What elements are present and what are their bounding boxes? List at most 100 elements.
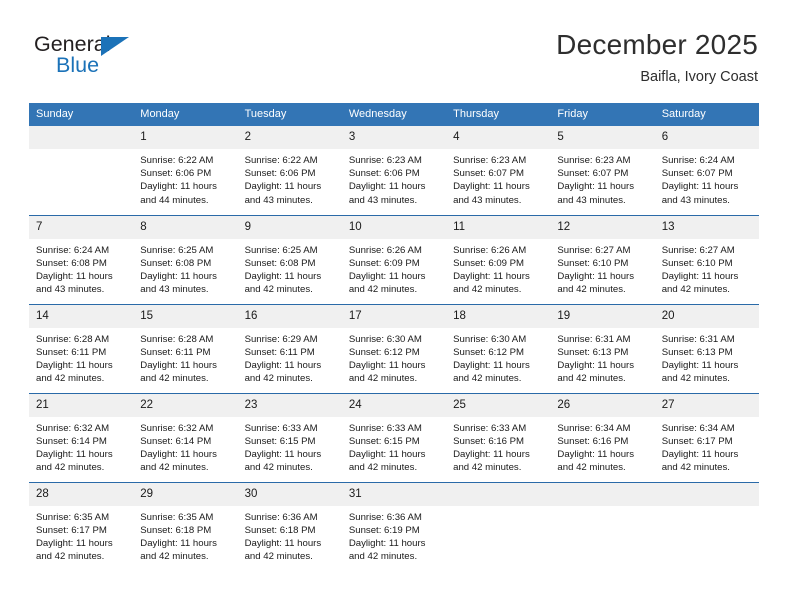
sunset-text: Sunset: 6:08 PM: [140, 257, 212, 269]
calendar-day-cell[interactable]: 28 Sunrise: 6:35 AM Sunset: 6:17 PM Dayligh…: [29, 481, 134, 571]
calendar-day-cell[interactable]: 17 Sunrise: 6:30 AM Sunset: 6:12 PM Dayligh…: [341, 303, 447, 393]
daylight-text-line1: Daylight: 11 hours: [36, 270, 113, 282]
sunrise-text: Sunrise: 6:33 AM: [348, 422, 422, 434]
sunset-text: Sunset: 6:17 PM: [661, 435, 733, 447]
day-number: 5: [550, 126, 655, 149]
daylight-text-line1: Daylight: 11 hours: [244, 448, 322, 460]
day-details: [446, 506, 550, 511]
sunset-text: Sunset: 6:06 PM: [348, 168, 420, 180]
day-number: 31: [341, 482, 447, 506]
calendar-day-cell[interactable]: 22 Sunrise: 6:32 AM Sunset: 6:14 PM Dayligh…: [133, 392, 238, 482]
sunrise-text: Sunrise: 6:31 AM: [661, 333, 735, 345]
calendar-day-cell[interactable]: 11 Sunrise: 6:26 AM Sunset: 6:09 PM Dayligh…: [446, 214, 551, 304]
daylight-text-line2: and 43 minutes.: [36, 284, 105, 296]
daylight-text-line2: and 43 minutes.: [140, 284, 209, 296]
sunrise-text: Sunrise: 6:23 AM: [557, 155, 631, 166]
calendar-day-cell[interactable]: 16 Sunrise: 6:29 AM Sunset: 6:11 PM Dayligh…: [237, 303, 342, 393]
day-number: 26: [550, 393, 655, 417]
daylight-text-line2: and 42 minutes.: [140, 551, 209, 563]
calendar-day-cell[interactable]: 2 Sunrise: 6:22 AM Sunset: 6:06 PM Daylight…: [237, 126, 342, 215]
day-details: [29, 149, 133, 154]
calendar-day-cell[interactable]: 21 Sunrise: 6:32 AM Sunset: 6:14 PM Dayligh…: [29, 392, 134, 482]
calendar-day-cell[interactable]: 26 Sunrise: 6:34 AM Sunset: 6:16 PM Dayligh…: [550, 392, 655, 482]
calendar-day-cell[interactable]: 5 Sunrise: 6:23 AM Sunset: 6:07 PM Daylight…: [550, 126, 655, 215]
calendar-day-cell[interactable]: 30 Sunrise: 6:36 AM Sunset: 6:18 PM Dayligh…: [237, 481, 342, 571]
sunset-text: Sunset: 6:12 PM: [348, 346, 420, 358]
sunrise-text: Sunrise: 6:36 AM: [244, 511, 318, 523]
sunrise-text: Sunrise: 6:32 AM: [36, 422, 110, 434]
day-details: [550, 506, 654, 511]
calendar-day-cell-empty: [654, 481, 759, 571]
day-details: Sunrise: 6:22 AM Sunset: 6:06 PM Daylight:…: [238, 149, 342, 207]
calendar-day-cell[interactable]: 19 Sunrise: 6:31 AM Sunset: 6:13 PM Dayligh…: [550, 303, 655, 393]
day-details: Sunrise: 6:28 AM Sunset: 6:11 PM Daylight:…: [133, 328, 237, 386]
brand-logo[interactable]: General Blue: [34, 33, 154, 81]
day-number: 29: [133, 482, 238, 506]
weekday-header-monday: Monday: [133, 103, 238, 126]
calendar-day-cell[interactable]: 8 Sunrise: 6:25 AM Sunset: 6:08 PM Daylight…: [133, 214, 238, 304]
sunset-text: Sunset: 6:15 PM: [348, 435, 420, 447]
sunset-text: Sunset: 6:17 PM: [36, 524, 107, 536]
daylight-text-line2: and 42 minutes.: [244, 284, 313, 296]
day-details: Sunrise: 6:25 AM Sunset: 6:08 PM Daylight:…: [238, 239, 342, 297]
daylight-text-line2: and 42 minutes.: [453, 462, 522, 474]
sunrise-text: Sunrise: 6:23 AM: [348, 155, 422, 166]
calendar-day-cell[interactable]: 29 Sunrise: 6:35 AM Sunset: 6:18 PM Dayligh…: [133, 481, 238, 571]
sunrise-text: Sunrise: 6:30 AM: [453, 333, 527, 345]
daylight-text-line2: and 43 minutes.: [244, 194, 313, 206]
sunrise-text: Sunrise: 6:30 AM: [348, 333, 422, 345]
day-details: Sunrise: 6:33 AM Sunset: 6:15 PM Daylight:…: [342, 417, 446, 475]
day-number: 10: [341, 215, 447, 239]
calendar-day-cell[interactable]: 7 Sunrise: 6:24 AM Sunset: 6:08 PM Daylight…: [29, 214, 134, 304]
day-details: Sunrise: 6:24 AM Sunset: 6:08 PM Daylight:…: [29, 239, 133, 297]
calendar-day-cell[interactable]: 4 Sunrise: 6:23 AM Sunset: 6:07 PM Daylight…: [446, 126, 551, 215]
calendar-day-cell[interactable]: 24 Sunrise: 6:33 AM Sunset: 6:15 PM Dayligh…: [341, 392, 447, 482]
daylight-text-line1: Daylight: 11 hours: [661, 270, 739, 282]
calendar-body: 1 Sunrise: 6:22 AM Sunset: 6:06 PM Daylight…: [29, 126, 759, 571]
day-details: Sunrise: 6:28 AM Sunset: 6:11 PM Daylight:…: [29, 328, 133, 386]
daylight-text-line2: and 42 minutes.: [661, 462, 730, 474]
daylight-text-line1: Daylight: 11 hours: [453, 181, 530, 193]
calendar-day-cell[interactable]: 31 Sunrise: 6:36 AM Sunset: 6:19 PM Dayligh…: [341, 481, 447, 571]
day-details: [655, 506, 759, 511]
calendar-day-cell[interactable]: 3 Sunrise: 6:23 AM Sunset: 6:06 PM Daylight…: [341, 126, 447, 215]
calendar-day-cell[interactable]: 15 Sunrise: 6:28 AM Sunset: 6:11 PM Dayligh…: [133, 303, 238, 393]
daylight-text-line2: and 42 minutes.: [140, 462, 209, 474]
daylight-text-line1: Daylight: 11 hours: [348, 537, 426, 549]
calendar-day-cell[interactable]: 20 Sunrise: 6:31 AM Sunset: 6:13 PM Dayligh…: [654, 303, 759, 393]
calendar-day-cell[interactable]: 1 Sunrise: 6:22 AM Sunset: 6:06 PM Daylight…: [133, 126, 238, 215]
sunset-text: Sunset: 6:18 PM: [140, 524, 212, 536]
day-number: 11: [446, 215, 551, 239]
calendar-day-cell[interactable]: 9 Sunrise: 6:25 AM Sunset: 6:08 PM Daylight…: [237, 214, 342, 304]
day-details: Sunrise: 6:32 AM Sunset: 6:14 PM Daylight:…: [29, 417, 133, 475]
day-number: 8: [133, 215, 238, 239]
daylight-text-line1: Daylight: 11 hours: [453, 270, 530, 282]
day-details: Sunrise: 6:24 AM Sunset: 6:07 PM Daylight:…: [655, 149, 759, 207]
daylight-text-line2: and 42 minutes.: [453, 284, 522, 296]
sunrise-text: Sunrise: 6:24 AM: [661, 155, 735, 166]
calendar-table: Sunday Monday Tuesday Wednesday Thursday…: [29, 103, 759, 571]
daylight-text-line2: and 44 minutes.: [140, 194, 209, 206]
day-details: Sunrise: 6:34 AM Sunset: 6:16 PM Daylight:…: [550, 417, 654, 475]
sunrise-text: Sunrise: 6:26 AM: [348, 244, 422, 256]
daylight-text-line1: Daylight: 11 hours: [557, 270, 635, 282]
day-details: Sunrise: 6:34 AM Sunset: 6:17 PM Daylight:…: [655, 417, 759, 475]
day-details: Sunrise: 6:23 AM Sunset: 6:07 PM Daylight:…: [446, 149, 550, 207]
daylight-text-line1: Daylight: 11 hours: [140, 181, 217, 193]
calendar-day-cell[interactable]: 12 Sunrise: 6:27 AM Sunset: 6:10 PM Dayligh…: [550, 214, 655, 304]
calendar-day-cell[interactable]: 6 Sunrise: 6:24 AM Sunset: 6:07 PM Daylight…: [654, 126, 759, 215]
calendar-day-cell[interactable]: 14 Sunrise: 6:28 AM Sunset: 6:11 PM Dayligh…: [29, 303, 134, 393]
calendar-day-cell[interactable]: 23 Sunrise: 6:33 AM Sunset: 6:15 PM Dayligh…: [237, 392, 342, 482]
daylight-text-line1: Daylight: 11 hours: [453, 359, 530, 371]
calendar-day-cell[interactable]: 10 Sunrise: 6:26 AM Sunset: 6:09 PM Dayligh…: [341, 214, 447, 304]
day-number: 13: [654, 215, 759, 239]
sunrise-text: Sunrise: 6:23 AM: [453, 155, 527, 166]
calendar-day-cell-empty: [446, 481, 551, 571]
calendar-day-cell[interactable]: 18 Sunrise: 6:30 AM Sunset: 6:12 PM Dayligh…: [446, 303, 551, 393]
day-details: Sunrise: 6:26 AM Sunset: 6:09 PM Daylight:…: [446, 239, 550, 297]
calendar-day-cell[interactable]: 27 Sunrise: 6:34 AM Sunset: 6:17 PM Dayligh…: [654, 392, 759, 482]
calendar-day-cell[interactable]: 25 Sunrise: 6:33 AM Sunset: 6:16 PM Dayligh…: [446, 392, 551, 482]
daylight-text-line2: and 43 minutes.: [348, 194, 418, 206]
day-number: [550, 482, 655, 506]
calendar-day-cell[interactable]: 13 Sunrise: 6:27 AM Sunset: 6:10 PM Dayligh…: [654, 214, 759, 304]
